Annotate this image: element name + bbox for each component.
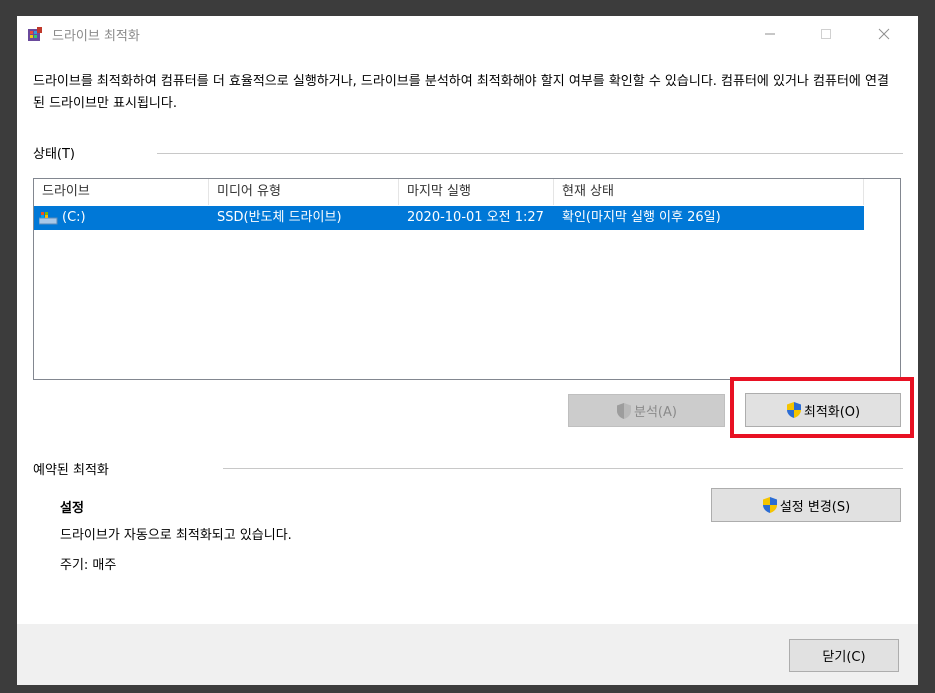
frequency-text: 주기: 매주 bbox=[60, 558, 117, 573]
column-header-last-run[interactable]: 마지막 실행 bbox=[399, 179, 554, 205]
close-icon bbox=[878, 28, 890, 40]
minimize-icon bbox=[765, 33, 775, 35]
cell-drive: (C:) bbox=[62, 210, 86, 225]
maximize-button[interactable] bbox=[803, 16, 849, 52]
settings-title: 설정 bbox=[60, 501, 84, 516]
analyze-button[interactable]: 분석(A) bbox=[568, 394, 725, 427]
footer-bar bbox=[17, 624, 918, 685]
change-settings-button-label: 설정 변경(S) bbox=[779, 499, 851, 515]
description-text: 드라이브를 최적화하여 컴퓨터를 더 효율적으로 실행하거나, 드라이브를 분석… bbox=[33, 74, 889, 111]
cell-last-run: 2020-10-01 오전 1:27 bbox=[407, 210, 544, 225]
settings-status-text: 드라이브가 자동으로 최적화되고 있습니다. bbox=[60, 528, 292, 543]
drive-row-c[interactable]: (C:) SSD(반도체 드라이브) 2020-10-01 오전 1:27 확인… bbox=[34, 206, 864, 230]
cell-media-type: SSD(반도체 드라이브) bbox=[217, 210, 342, 225]
scheduled-section-label: 예약된 최적화 bbox=[33, 463, 109, 478]
column-header-current-status[interactable]: 현재 상태 bbox=[554, 179, 864, 205]
defrag-app-icon bbox=[26, 26, 44, 44]
window-title: 드라이브 최적화 bbox=[52, 29, 140, 44]
uac-shield-icon bbox=[762, 497, 777, 513]
status-section-label: 상태(T) bbox=[33, 147, 76, 162]
uac-shield-icon bbox=[617, 402, 632, 419]
close-window-button[interactable] bbox=[861, 16, 907, 52]
analyze-button-label: 분석(A) bbox=[634, 405, 677, 420]
maximize-icon bbox=[821, 29, 831, 39]
minimize-button[interactable] bbox=[747, 16, 793, 52]
close-button[interactable]: 닫기(C) bbox=[789, 639, 899, 672]
column-header-drive[interactable]: 드라이브 bbox=[34, 179, 209, 205]
close-button-label: 닫기(C) bbox=[822, 650, 866, 665]
title-bar[interactable]: 드라이브 최적화 bbox=[17, 16, 918, 52]
list-header: 드라이브 미디어 유형 마지막 실행 현재 상태 bbox=[34, 179, 864, 205]
scheduled-divider bbox=[223, 468, 903, 469]
drive-list[interactable]: 드라이브 미디어 유형 마지막 실행 현재 상태 (C:) SSD(반도체 드라… bbox=[33, 178, 901, 380]
column-header-media-type[interactable]: 미디어 유형 bbox=[209, 179, 399, 205]
drive-optimize-window: 드라이브 최적화 드라이브를 최적화하여 컴퓨터를 더 효율적으로 실행하거나,… bbox=[17, 16, 918, 685]
highlight-box bbox=[730, 377, 914, 438]
cell-current-status: 확인(마지막 실행 이후 26일) bbox=[562, 210, 721, 225]
status-divider bbox=[157, 153, 903, 154]
change-settings-button[interactable]: 설정 변경(S) bbox=[711, 488, 901, 522]
